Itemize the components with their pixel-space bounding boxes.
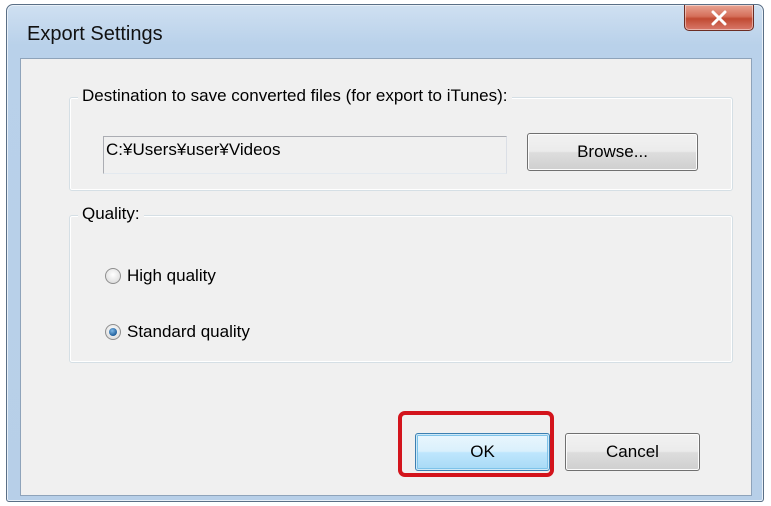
cancel-button[interactable]: Cancel xyxy=(565,433,700,471)
ok-highlight-box xyxy=(398,411,554,477)
high-quality-label: High quality xyxy=(127,266,216,285)
title-bar[interactable]: Export Settings xyxy=(7,5,763,57)
high-quality-option[interactable]: High quality xyxy=(105,266,216,286)
dialog-title: Export Settings xyxy=(27,23,163,45)
destination-legend: Destination to save converted files (for… xyxy=(78,86,512,106)
close-icon xyxy=(711,10,727,25)
high-quality-radio[interactable] xyxy=(105,268,121,284)
quality-group: Quality: High quality Standard quality xyxy=(69,204,733,363)
browse-button[interactable]: Browse... xyxy=(527,133,698,171)
export-settings-dialog: Export Settings Destination to save conv… xyxy=(6,4,764,502)
quality-legend: Quality: xyxy=(78,204,144,224)
destination-group: Destination to save converted files (for… xyxy=(69,86,733,191)
close-button[interactable] xyxy=(684,5,754,31)
standard-quality-option[interactable]: Standard quality xyxy=(105,322,250,342)
destination-path-field[interactable]: C:¥Users¥user¥Videos xyxy=(103,136,507,174)
dialog-body: Destination to save converted files (for… xyxy=(20,58,752,496)
standard-quality-label: Standard quality xyxy=(127,322,250,341)
standard-quality-radio[interactable] xyxy=(105,324,121,340)
